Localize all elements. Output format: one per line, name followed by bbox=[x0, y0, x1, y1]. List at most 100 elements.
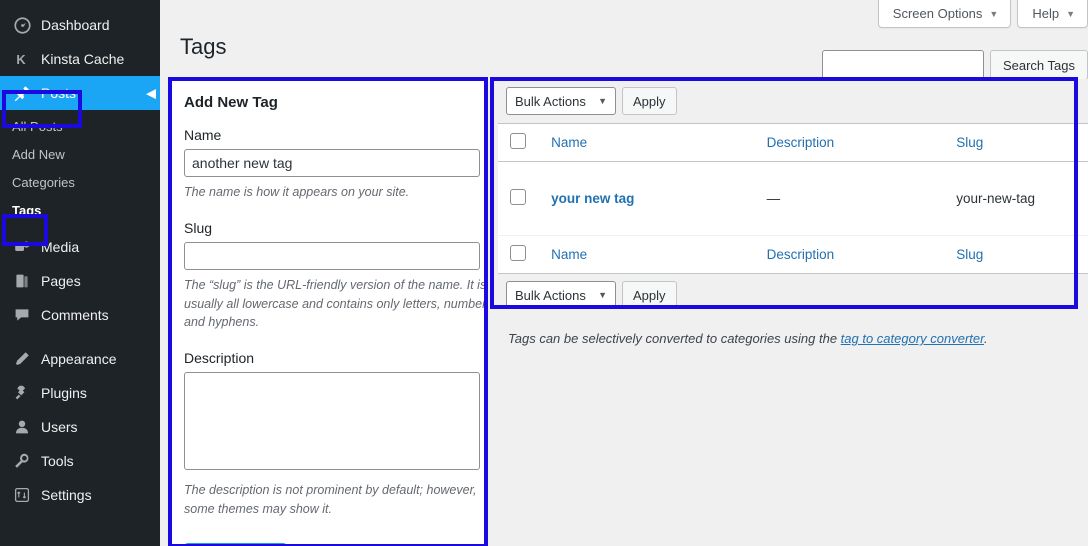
sidebar-item-tags[interactable]: Tags bbox=[0, 196, 160, 224]
pages-icon bbox=[12, 271, 32, 291]
select-all-footer-header bbox=[498, 235, 542, 274]
tag-to-category-converter-link[interactable]: tag to category converter bbox=[841, 331, 984, 346]
submenu-item-label: Categories bbox=[12, 174, 75, 190]
apply-button-bottom[interactable]: Apply bbox=[622, 281, 677, 309]
svg-text:K: K bbox=[16, 52, 26, 67]
bulk-actions-select-bottom[interactable]: Bulk Actions ▼ bbox=[506, 281, 616, 309]
sidebar-item-media[interactable]: Media bbox=[0, 230, 160, 264]
row-name-cell: your new tag bbox=[541, 161, 757, 236]
search-tags-button[interactable]: Search Tags bbox=[989, 50, 1088, 80]
submenu-item-label: Tags bbox=[12, 202, 42, 218]
media-icon bbox=[12, 237, 32, 257]
table-foot: Name Description Slug Count bbox=[498, 235, 1088, 274]
tags-table: Name Description Slug Count your new tag bbox=[498, 123, 1088, 274]
description-help-text: The description is not prominent by defa… bbox=[184, 483, 477, 516]
sidebar-item-pages[interactable]: Pages bbox=[0, 264, 160, 298]
column-footer-slug[interactable]: Slug bbox=[946, 235, 1088, 274]
sidebar-item-label: Dashboard bbox=[41, 17, 110, 33]
chevron-down-icon: ▼ bbox=[598, 290, 607, 300]
search-form: Search Tags bbox=[821, 50, 1088, 80]
row-select-cell bbox=[498, 161, 542, 236]
sidebar-item-users[interactable]: Users bbox=[0, 410, 160, 444]
users-icon bbox=[12, 417, 32, 437]
description-label: Description bbox=[184, 350, 255, 366]
sidebar-item-tools[interactable]: Tools bbox=[0, 444, 160, 478]
tag-name-link[interactable]: your new tag bbox=[551, 191, 634, 206]
chevron-down-icon: ▼ bbox=[989, 8, 999, 19]
comments-icon bbox=[12, 305, 32, 325]
tag-slug-input[interactable] bbox=[184, 241, 480, 270]
tag-description-textarea[interactable] bbox=[184, 372, 480, 470]
sidebar-item-add-new[interactable]: Add New bbox=[0, 140, 160, 168]
chevron-left-icon: ◀ bbox=[146, 85, 156, 101]
column-header-slug[interactable]: Slug bbox=[946, 123, 1088, 162]
table-row: your new tag — your-new-tag 0 bbox=[498, 161, 1088, 236]
slug-label: Slug bbox=[184, 219, 213, 236]
help-tab[interactable]: Help ▼ bbox=[1017, 0, 1088, 28]
bulk-actions-label: Bulk Actions bbox=[515, 287, 586, 303]
sidebar-item-label: Posts bbox=[41, 85, 77, 101]
select-all-header bbox=[498, 123, 542, 162]
settings-icon bbox=[12, 485, 32, 505]
column-footer-name[interactable]: Name bbox=[541, 235, 757, 274]
name-help-text: The name is how it appears on your site. bbox=[184, 185, 410, 199]
sidebar-item-label: Plugins bbox=[41, 385, 87, 401]
sidebar-item-settings[interactable]: Settings bbox=[0, 478, 160, 512]
page-title: Tags bbox=[180, 33, 227, 59]
table-body: your new tag — your-new-tag 0 bbox=[498, 161, 1088, 236]
main-content: Screen Options ▼ Help ▼ Tags Search Tags… bbox=[160, 0, 1088, 546]
select-all-checkbox-footer[interactable] bbox=[510, 245, 526, 261]
name-label: Name bbox=[184, 127, 222, 143]
sidebar-item-all-posts[interactable]: All Posts bbox=[0, 112, 160, 140]
dashboard-icon bbox=[12, 15, 32, 35]
wordpress-admin-tags-screen: Dashboard K Kinsta Cache Posts ◀ All Pos… bbox=[0, 0, 1088, 546]
sidebar-item-label: Appearance bbox=[41, 351, 117, 367]
row-slug-cell: your-new-tag bbox=[946, 161, 1088, 236]
slug-field-group: Slug The “slug” is the URL-friendly vers… bbox=[184, 219, 487, 332]
add-new-tag-submit-button[interactable]: Add New Tag bbox=[184, 542, 288, 545]
column-footer-description[interactable]: Description bbox=[756, 235, 947, 274]
bulk-actions-label: Bulk Actions bbox=[515, 93, 586, 109]
tag-name-input[interactable] bbox=[184, 149, 480, 177]
kinsta-icon: K bbox=[12, 49, 32, 69]
sidebar-item-label: Settings bbox=[41, 487, 92, 503]
sidebar-item-label: Comments bbox=[41, 307, 109, 323]
sidebar-item-label: Media bbox=[41, 239, 80, 255]
posts-submenu: All Posts Add New Categories Tags bbox=[0, 110, 160, 230]
tags-list-table-wrap: Bulk Actions ▼ Apply Name Description Sl… bbox=[498, 79, 1088, 317]
plugins-icon bbox=[12, 383, 32, 403]
screen-options-label: Screen Options bbox=[892, 6, 983, 21]
row-description-cell: — bbox=[756, 161, 947, 236]
converter-note: Tags can be selectively converted to cat… bbox=[508, 331, 988, 346]
search-input[interactable] bbox=[821, 50, 984, 80]
appearance-icon bbox=[12, 349, 32, 369]
form-heading: Add New Tag bbox=[184, 94, 278, 111]
sidebar-item-posts[interactable]: Posts ◀ bbox=[0, 76, 160, 110]
sidebar-item-dashboard[interactable]: Dashboard bbox=[0, 8, 160, 42]
sidebar-item-appearance[interactable]: Appearance bbox=[0, 342, 160, 376]
sidebar-item-label: Tools bbox=[41, 453, 74, 469]
tablenav-top: Bulk Actions ▼ Apply bbox=[498, 79, 1088, 123]
sidebar-item-comments[interactable]: Comments bbox=[0, 298, 160, 332]
converter-note-suffix: . bbox=[984, 331, 988, 346]
screen-options-tab[interactable]: Screen Options ▼ bbox=[877, 0, 1012, 28]
select-all-checkbox[interactable] bbox=[510, 133, 526, 149]
row-checkbox[interactable] bbox=[510, 189, 526, 205]
submenu-item-label: All Posts bbox=[12, 118, 63, 134]
sidebar-item-plugins[interactable]: Plugins bbox=[0, 376, 160, 410]
screen-meta-links: Screen Options ▼ Help ▼ bbox=[872, 0, 1088, 28]
bulk-actions-select-top[interactable]: Bulk Actions ▼ bbox=[506, 87, 616, 115]
converter-note-prefix: Tags can be selectively converted to cat… bbox=[508, 331, 841, 346]
sidebar-item-kinsta-cache[interactable]: K Kinsta Cache bbox=[0, 42, 160, 76]
chevron-down-icon: ▼ bbox=[1066, 8, 1075, 19]
chevron-down-icon: ▼ bbox=[598, 96, 607, 106]
sidebar-item-categories[interactable]: Categories bbox=[0, 168, 160, 196]
slug-help-text: The “slug” is the URL-friendly version o… bbox=[184, 277, 488, 330]
description-field-group: Description The description is not promi… bbox=[184, 350, 480, 519]
column-header-description[interactable]: Description bbox=[756, 123, 947, 162]
admin-sidebar: Dashboard K Kinsta Cache Posts ◀ All Pos… bbox=[0, 0, 160, 546]
help-label: Help bbox=[1032, 6, 1060, 21]
column-header-name[interactable]: Name bbox=[541, 123, 757, 162]
apply-button-top[interactable]: Apply bbox=[622, 87, 677, 115]
submenu-item-label: Add New bbox=[12, 146, 65, 162]
